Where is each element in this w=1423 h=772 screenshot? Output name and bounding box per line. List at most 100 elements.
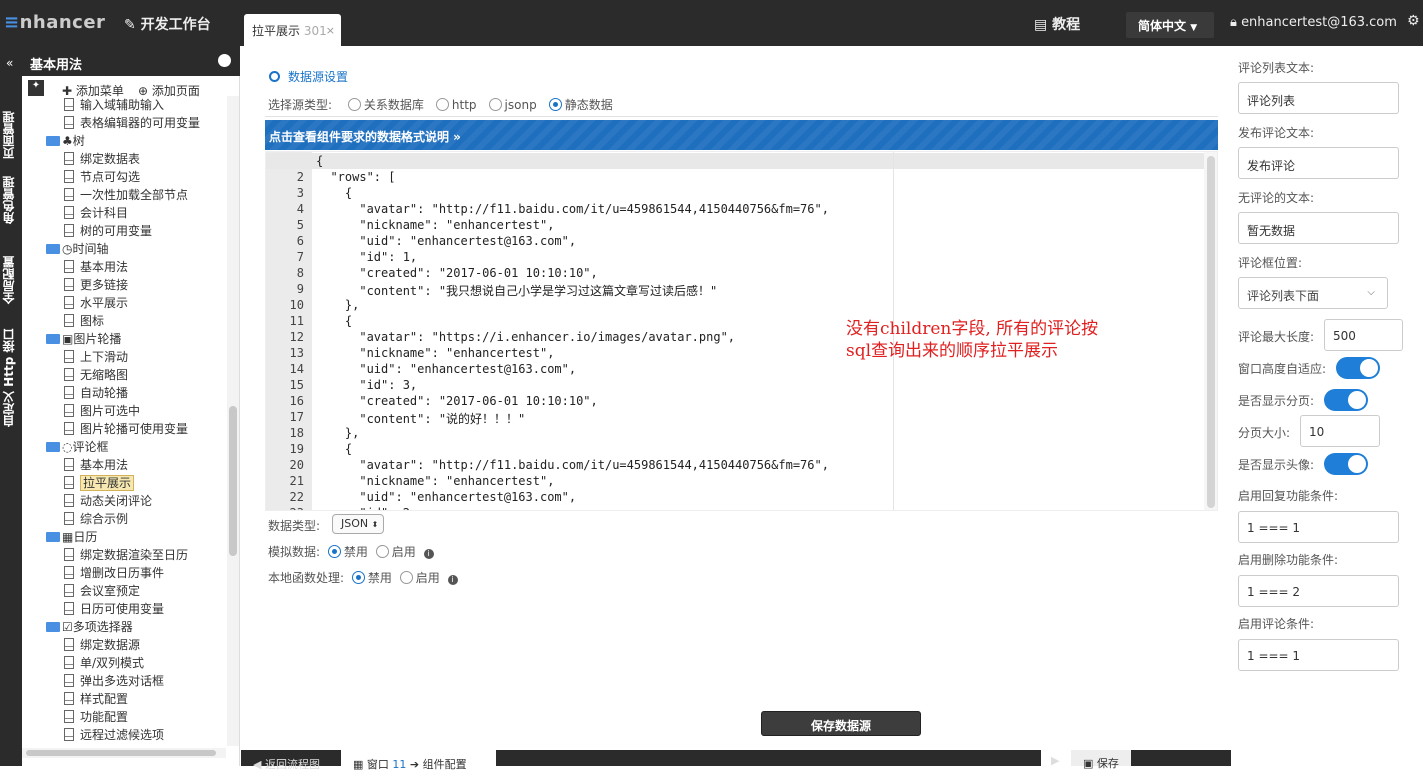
sidebar-scrollbar[interactable] bbox=[227, 96, 239, 746]
mock-disable-radio[interactable] bbox=[327, 545, 341, 558]
tree-page-item[interactable]: 树的可用变量 bbox=[64, 222, 152, 240]
page-icon bbox=[64, 98, 74, 111]
window-breadcrumb[interactable]: ▦ 窗口 11 ➔ 组件配置 bbox=[341, 750, 496, 771]
tree-page-item[interactable]: 动态关闭评论 bbox=[64, 492, 152, 510]
page-size-input[interactable]: 10 bbox=[1300, 415, 1380, 447]
scrollbar-thumb[interactable] bbox=[26, 750, 216, 756]
source-type-option-label: http bbox=[451, 98, 477, 112]
tree-page-item[interactable]: 水平展示 bbox=[64, 294, 128, 312]
box-position-select[interactable]: 评论列表下面 ⌵ bbox=[1238, 277, 1388, 309]
close-icon[interactable]: × bbox=[326, 24, 335, 37]
editor-scrollbar[interactable] bbox=[1204, 152, 1217, 510]
tree-page-item[interactable]: 会议室预定 bbox=[64, 582, 140, 600]
user-account[interactable]: 🔒︎ enhancertest@163.com bbox=[1230, 15, 1397, 30]
tree-page-item[interactable]: 样式配置 bbox=[64, 690, 128, 708]
show-avatar-toggle[interactable] bbox=[1324, 453, 1368, 475]
tree-page-item[interactable]: 上下滑动 bbox=[64, 348, 128, 366]
tree-item-label: 样式配置 bbox=[80, 692, 129, 706]
page-icon bbox=[64, 638, 74, 651]
grid-icon: ▦ bbox=[353, 758, 367, 771]
data-type-select[interactable]: JSON ⬍ bbox=[332, 514, 384, 534]
tree-icon: ♣ bbox=[62, 134, 73, 148]
tree-folder[interactable]: ▦日历 bbox=[46, 528, 97, 546]
auto-height-label: 窗口高度自适应: bbox=[1238, 362, 1327, 376]
publish-text-input[interactable]: 发布评论 bbox=[1238, 147, 1399, 179]
tree-page-item[interactable]: 功能配置 bbox=[64, 708, 128, 726]
auto-height-toggle[interactable] bbox=[1336, 357, 1380, 379]
collapse-icon[interactable]: « bbox=[6, 56, 13, 70]
tree-page-item[interactable]: 基本用法 bbox=[64, 456, 128, 474]
tree-page-item[interactable]: 会计科目 bbox=[64, 204, 128, 222]
tree-page-item[interactable]: 单/双列模式 bbox=[64, 654, 144, 672]
preview-button[interactable]: ▶ bbox=[1041, 750, 1071, 767]
tree-page-item[interactable]: 日历可使用变量 bbox=[64, 600, 164, 618]
info-icon[interactable]: i bbox=[447, 575, 458, 585]
format-help-bar[interactable]: 点击查看组件要求的数据格式说明 » bbox=[265, 120, 1218, 150]
sidebar-h-scrollbar[interactable] bbox=[22, 748, 226, 758]
tree-page-item[interactable]: 图片可选中 bbox=[64, 402, 140, 420]
scrollbar-thumb[interactable] bbox=[229, 406, 237, 556]
max-length-input[interactable]: 500 bbox=[1324, 319, 1403, 351]
reply-condition-input[interactable]: 1 === 1 bbox=[1238, 511, 1399, 543]
tree-item-label: 无缩略图 bbox=[80, 368, 129, 382]
play-icon[interactable] bbox=[218, 54, 231, 67]
source-type-radio[interactable] bbox=[347, 98, 361, 111]
clock-icon: ◷ bbox=[62, 242, 73, 256]
tab-flat-display[interactable]: 拉平展示 301 × bbox=[244, 14, 341, 46]
line-number: 6 bbox=[296, 234, 304, 248]
code-line: "id": 2 bbox=[316, 506, 410, 510]
tree-page-item[interactable]: 基本用法 bbox=[64, 258, 128, 276]
tree-folder[interactable]: ◌评论框 bbox=[46, 438, 109, 456]
vnav-item-global-config[interactable]: 全局配置 bbox=[0, 240, 22, 320]
tree-page-item[interactable]: 无缩略图 bbox=[64, 366, 128, 384]
language-select[interactable]: 简体中文 ▼ bbox=[1126, 12, 1214, 38]
tree-page-item[interactable]: 绑定数据渲染至日历 bbox=[64, 546, 188, 564]
app-logo[interactable]: ≡nhancer bbox=[4, 12, 105, 33]
tree-page-item[interactable]: 拉平展示 bbox=[64, 474, 135, 492]
source-type-radio[interactable] bbox=[548, 98, 562, 111]
source-type-radio[interactable] bbox=[435, 98, 449, 111]
max-length-label: 评论最大长度: bbox=[1238, 330, 1315, 344]
list-text-input[interactable]: 评论列表 bbox=[1238, 82, 1399, 114]
tree-folder[interactable]: ▣图片轮播 bbox=[46, 330, 121, 348]
tree-page-item[interactable]: 绑定数据表 bbox=[64, 150, 140, 168]
tree-folder[interactable]: ☑多项选择器 bbox=[46, 618, 133, 636]
tree-page-item[interactable]: 远程过滤候选项 bbox=[64, 726, 164, 744]
tree-page-item[interactable]: 弹出多选对话框 bbox=[64, 672, 164, 690]
tree-page-item[interactable]: 综合示例 bbox=[64, 510, 128, 528]
vnav-item-http-api[interactable]: 自定义 Http 接口 bbox=[0, 322, 22, 434]
page-icon bbox=[64, 728, 74, 741]
mock-enable-radio[interactable] bbox=[375, 545, 389, 558]
local-fn-row: 本地函数处理: 禁用 启用 i bbox=[268, 569, 458, 586]
tree-page-item[interactable]: 绑定数据源 bbox=[64, 636, 140, 654]
tree-page-item[interactable]: 增删改日历事件 bbox=[64, 564, 164, 582]
tree-folder[interactable]: ♣树 bbox=[46, 132, 85, 150]
tree-item-label: 时间轴 bbox=[72, 242, 109, 256]
back-to-flow-button[interactable]: ◀ 返回流程图 bbox=[253, 756, 320, 772]
tree-page-item[interactable]: 自动轮播 bbox=[64, 384, 128, 402]
scrollbar-thumb[interactable] bbox=[1207, 156, 1215, 508]
tutorial-link[interactable]: ▤ 教程 bbox=[1034, 14, 1080, 34]
gear-icon[interactable]: ⚙ bbox=[1407, 13, 1420, 29]
source-type-radio[interactable] bbox=[488, 98, 502, 111]
save-button[interactable]: ▣ 保存 bbox=[1071, 750, 1131, 770]
tree-folder[interactable]: ◷时间轴 bbox=[46, 240, 109, 258]
tree-page-item[interactable]: 表格编辑器的可用变量 bbox=[64, 114, 200, 132]
tree-page-item[interactable]: 输入域辅助输入 bbox=[64, 96, 164, 114]
workbench-link[interactable]: ✎ 开发工作台 bbox=[124, 14, 211, 34]
comment-condition-input[interactable]: 1 === 1 bbox=[1238, 639, 1399, 671]
empty-text-input[interactable]: 暂无数据 bbox=[1238, 212, 1399, 244]
localfn-enable-radio[interactable] bbox=[399, 571, 413, 584]
pin-icon[interactable]: ✦ bbox=[28, 80, 44, 96]
vnav-item-roles[interactable]: 角色管理 bbox=[0, 160, 22, 240]
tree-page-item[interactable]: 一次性加载全部节点 bbox=[64, 186, 188, 204]
tree-page-item[interactable]: 更多链接 bbox=[64, 276, 128, 294]
tree-page-item[interactable]: 图片轮播可使用变量 bbox=[64, 420, 188, 438]
localfn-disable-radio[interactable] bbox=[351, 571, 365, 584]
tree-page-item[interactable]: 节点可勾选 bbox=[64, 168, 140, 186]
save-datasource-button[interactable]: 保存数据源 bbox=[761, 711, 921, 736]
show-paging-toggle[interactable] bbox=[1324, 389, 1368, 411]
info-icon[interactable]: i bbox=[423, 549, 434, 559]
delete-condition-input[interactable]: 1 === 2 bbox=[1238, 575, 1399, 607]
tree-page-item[interactable]: 图标 bbox=[64, 312, 104, 330]
